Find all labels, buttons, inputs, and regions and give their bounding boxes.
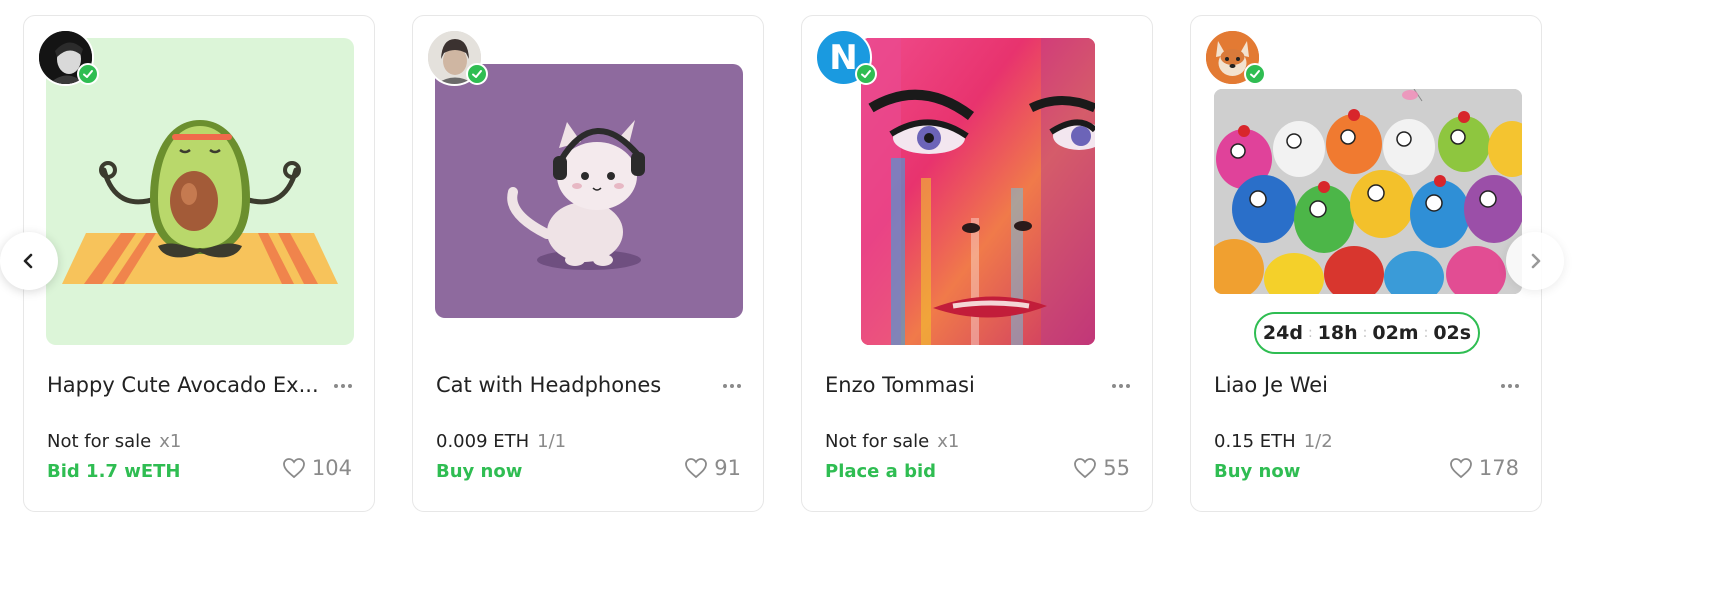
dot-icon [730,384,734,388]
timer-separator: : [1362,325,1368,341]
timer-separator: : [1307,325,1313,341]
cat-headphones-illustration [507,120,645,270]
heart-icon [685,458,708,479]
timer-minutes: 02m [1372,322,1419,344]
artwork-image[interactable] [861,38,1095,345]
like-button[interactable]: 178 [1449,456,1519,480]
timer-days: 24d [1262,322,1303,344]
check-icon [861,70,871,78]
colorful-chickens-painting [1214,89,1522,294]
like-count: 55 [1103,456,1130,480]
price-row: 0.009 ETH 1/1 [436,431,566,452]
check-icon [1250,70,1260,78]
bid-action-link[interactable]: Bid 1.7 wETH [47,461,180,482]
dot-icon [737,384,741,388]
like-count: 91 [714,456,741,480]
check-icon [83,70,93,78]
edition-label: 1/1 [537,431,567,452]
timer-seconds: 02s [1433,322,1472,344]
dot-icon [1126,384,1130,388]
heart-icon [1450,458,1472,479]
buy-now-link[interactable]: Buy now [1214,461,1300,482]
nft-title[interactable]: Happy Cute Avocado Ex... [47,373,327,397]
nft-card[interactable]: N Enzo Tommasi Not for sale x1 Place a bi… [801,15,1153,512]
price-row: 0.15 ETH 1/2 [1214,431,1333,452]
verified-badge [77,63,99,85]
more-options-button[interactable] [330,376,356,396]
carousel-next-button[interactable] [1506,232,1564,290]
edition-label: 1/2 [1303,431,1333,452]
nft-carousel: Happy Cute Avocado Ex... Not for sale x1 … [0,0,1709,589]
creator-avatar-wrap[interactable] [1204,29,1266,86]
price-label: 0.15 ETH [1214,431,1296,452]
creator-avatar-wrap[interactable] [426,29,488,86]
dot-icon [1119,384,1123,388]
place-bid-link[interactable]: Place a bid [825,461,936,482]
dot-icon [348,384,352,388]
nft-card[interactable]: 24d : 18h : 02m : 02s Liao Je Wei 0.15 E… [1190,15,1542,512]
carousel-prev-button[interactable] [0,232,58,290]
heart-icon [1074,458,1097,479]
dot-icon [1515,384,1519,388]
verified-badge [855,63,877,85]
nft-card[interactable]: Cat with Headphones 0.009 ETH 1/1 Buy now… [412,15,764,512]
verified-badge [1244,63,1266,85]
auction-countdown: 24d : 18h : 02m : 02s [1254,312,1480,354]
more-options-button[interactable] [1108,376,1134,396]
nft-title[interactable]: Liao Je Wei [1214,373,1494,397]
dot-icon [334,384,338,388]
chevron-left-icon [23,253,33,269]
artwork-image[interactable] [435,64,743,318]
timer-separator: : [1423,325,1429,341]
creator-avatar-wrap[interactable] [37,29,99,86]
like-button[interactable]: 55 [1073,456,1130,480]
dot-icon [341,384,345,388]
like-button[interactable]: 104 [282,456,352,480]
dot-icon [1501,384,1505,388]
check-icon [472,70,482,78]
more-options-button[interactable] [1497,376,1523,396]
like-count: 104 [311,456,352,480]
heart-icon [283,458,305,479]
price-row: Not for sale x1 [825,431,959,452]
artwork-image[interactable] [1214,89,1522,294]
nft-title[interactable]: Enzo Tommasi [825,373,1105,397]
nft-title[interactable]: Cat with Headphones [436,373,716,397]
colorful-face-painting [861,38,1095,345]
avatar-letter: N [829,37,858,78]
price-label: 0.009 ETH [436,431,530,452]
like-count: 178 [1478,456,1519,480]
more-options-button[interactable] [719,376,745,396]
creator-avatar-wrap[interactable]: N [815,29,877,86]
edition-label: x1 [159,431,182,452]
edition-label: x1 [937,431,960,452]
price-row: Not for sale x1 [47,431,181,452]
chevron-right-icon [1531,253,1541,269]
dot-icon [1508,384,1512,388]
buy-now-link[interactable]: Buy now [436,461,522,482]
price-label: Not for sale [825,431,930,452]
nft-card[interactable]: Happy Cute Avocado Ex... Not for sale x1 … [23,15,375,512]
dot-icon [1112,384,1116,388]
price-label: Not for sale [47,431,152,452]
like-button[interactable]: 91 [684,456,741,480]
timer-hours: 18h [1317,322,1358,344]
dot-icon [723,384,727,388]
verified-badge [466,63,488,85]
